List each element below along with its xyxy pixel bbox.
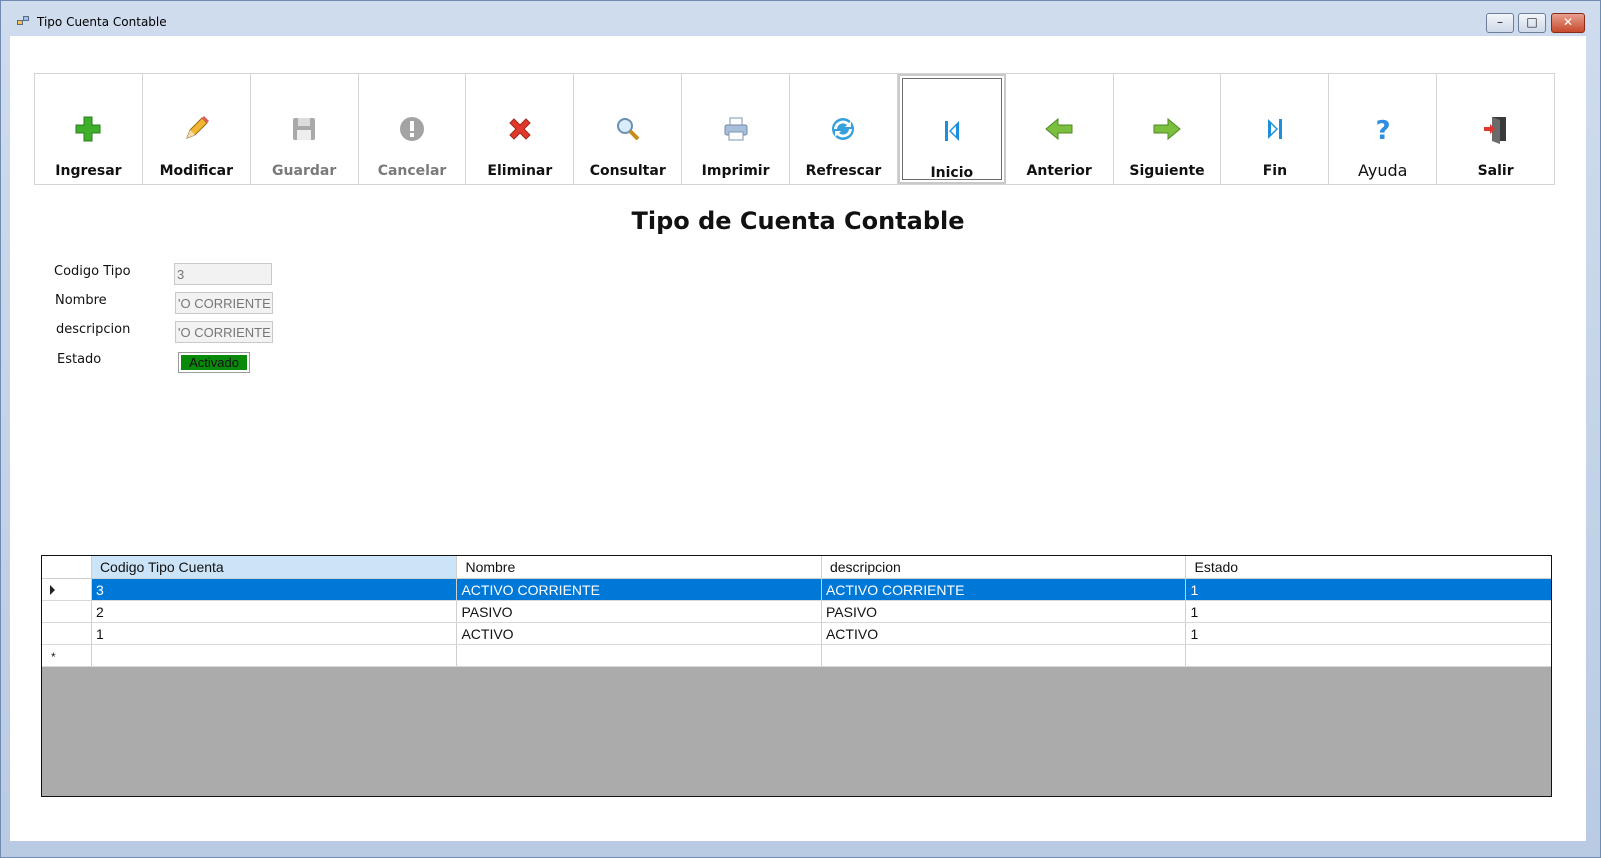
row-header[interactable]: *: [42, 645, 92, 666]
salir-button[interactable]: Salir: [1437, 74, 1554, 184]
table-cell[interactable]: 1: [1186, 601, 1551, 622]
table-cell[interactable]: ACTIVO CORRIENTE: [457, 579, 822, 600]
table-cell[interactable]: [822, 645, 1187, 666]
table-row[interactable]: 1 ACTIVO ACTIVO 1: [42, 623, 1551, 645]
app-icon: [17, 16, 31, 28]
row-header[interactable]: [42, 579, 92, 600]
app-window: Tipo Cuenta Contable – □ ✕ Ingresar Modi…: [0, 0, 1601, 858]
table-row[interactable]: 2 PASIVO PASIVO 1: [42, 601, 1551, 623]
eliminar-button[interactable]: Eliminar: [466, 74, 575, 184]
row-header-corner[interactable]: [42, 556, 92, 578]
magnifier-icon: [616, 118, 640, 141]
anterior-button[interactable]: Anterior: [1006, 74, 1114, 184]
row-header[interactable]: [42, 601, 92, 622]
inicio-button[interactable]: Inicio: [897, 74, 1006, 184]
cancel-icon: [400, 117, 424, 141]
table-cell[interactable]: [457, 645, 822, 666]
table-cell[interactable]: ACTIVO: [457, 623, 822, 644]
first-record-icon: [944, 121, 959, 141]
floppy-disk-icon: [293, 118, 316, 140]
page-title: Tipo de Cuenta Contable: [631, 207, 965, 235]
table-cell[interactable]: [92, 645, 458, 666]
table-cell[interactable]: PASIVO: [822, 601, 1187, 622]
minimize-button[interactable]: –: [1486, 13, 1514, 33]
table-cell[interactable]: [1186, 645, 1551, 666]
plus-icon: [75, 116, 101, 142]
table-cell[interactable]: ACTIVO: [822, 623, 1187, 644]
column-header-estado[interactable]: Estado: [1186, 556, 1551, 578]
refresh-icon: [832, 118, 855, 140]
window-title: Tipo Cuenta Contable: [37, 15, 167, 29]
column-header-descripcion[interactable]: descripcion: [822, 556, 1187, 578]
svg-text:?: ?: [1375, 116, 1390, 144]
codigo-tipo-label: Codigo Tipo: [54, 264, 131, 279]
fin-button[interactable]: Fin: [1221, 74, 1330, 184]
last-record-icon: [1267, 119, 1282, 139]
new-row-marker: *: [51, 650, 56, 664]
row-header[interactable]: [42, 623, 92, 644]
guardar-button[interactable]: Guardar: [251, 74, 359, 184]
descripcion-field[interactable]: 'O CORRIENTE: [175, 321, 273, 343]
table-cell[interactable]: 1: [1186, 623, 1551, 644]
table-cell[interactable]: 1: [92, 623, 458, 644]
arrow-left-icon: [1045, 117, 1073, 141]
estado-value: Activado: [181, 355, 247, 370]
title-bar[interactable]: Tipo Cuenta Contable – □ ✕: [1, 1, 1600, 35]
estado-label: Estado: [57, 352, 102, 367]
ayuda-button[interactable]: ? Ayuda: [1329, 74, 1438, 184]
delete-x-icon: [509, 118, 531, 140]
codigo-tipo-field[interactable]: 3: [174, 263, 272, 285]
table-cell[interactable]: PASIVO: [457, 601, 822, 622]
new-row[interactable]: *: [42, 645, 1551, 667]
table-cell[interactable]: ACTIVO CORRIENTE: [821, 579, 1187, 600]
descripcion-label: descripcion: [56, 322, 131, 337]
nombre-label: Nombre: [55, 293, 107, 308]
table-row[interactable]: 3 ACTIVO CORRIENTE ACTIVO CORRIENTE 1: [42, 579, 1551, 601]
column-header-nombre[interactable]: Nombre: [457, 556, 822, 578]
exit-door-icon: [1483, 117, 1506, 144]
grid-header: Codigo Tipo Cuenta Nombre descripcion Es…: [42, 556, 1551, 579]
close-button[interactable]: ✕: [1551, 13, 1585, 33]
question-icon: ?: [1375, 116, 1390, 144]
data-grid[interactable]: Codigo Tipo Cuenta Nombre descripcion Es…: [41, 555, 1552, 797]
imprimir-button[interactable]: Imprimir: [682, 74, 791, 184]
table-cell[interactable]: 3: [91, 579, 458, 600]
consultar-button[interactable]: Consultar: [574, 74, 683, 184]
siguiente-button[interactable]: Siguiente: [1114, 74, 1222, 184]
column-header-codigo[interactable]: Codigo Tipo Cuenta: [91, 556, 458, 578]
modificar-button[interactable]: Modificar: [143, 74, 251, 184]
refrescar-button[interactable]: Refrescar: [790, 74, 898, 184]
cancelar-button[interactable]: Cancelar: [359, 74, 467, 184]
toolbar: Ingresar Modificar Guardar Cancelar Elim…: [34, 73, 1555, 185]
current-row-arrow-icon: [50, 585, 55, 595]
form-client-area: Ingresar Modificar Guardar Cancelar Elim…: [10, 36, 1586, 841]
printer-icon: [724, 117, 748, 141]
ingresar-button[interactable]: Ingresar: [35, 74, 143, 184]
nombre-field[interactable]: 'O CORRIENTE: [175, 292, 273, 314]
estado-toggle[interactable]: Activado: [178, 352, 250, 373]
pencil-icon: [186, 116, 210, 139]
table-cell[interactable]: 2: [92, 601, 458, 622]
maximize-button[interactable]: □: [1518, 13, 1546, 33]
arrow-right-icon: [1153, 117, 1181, 141]
table-cell[interactable]: 1: [1186, 579, 1551, 600]
